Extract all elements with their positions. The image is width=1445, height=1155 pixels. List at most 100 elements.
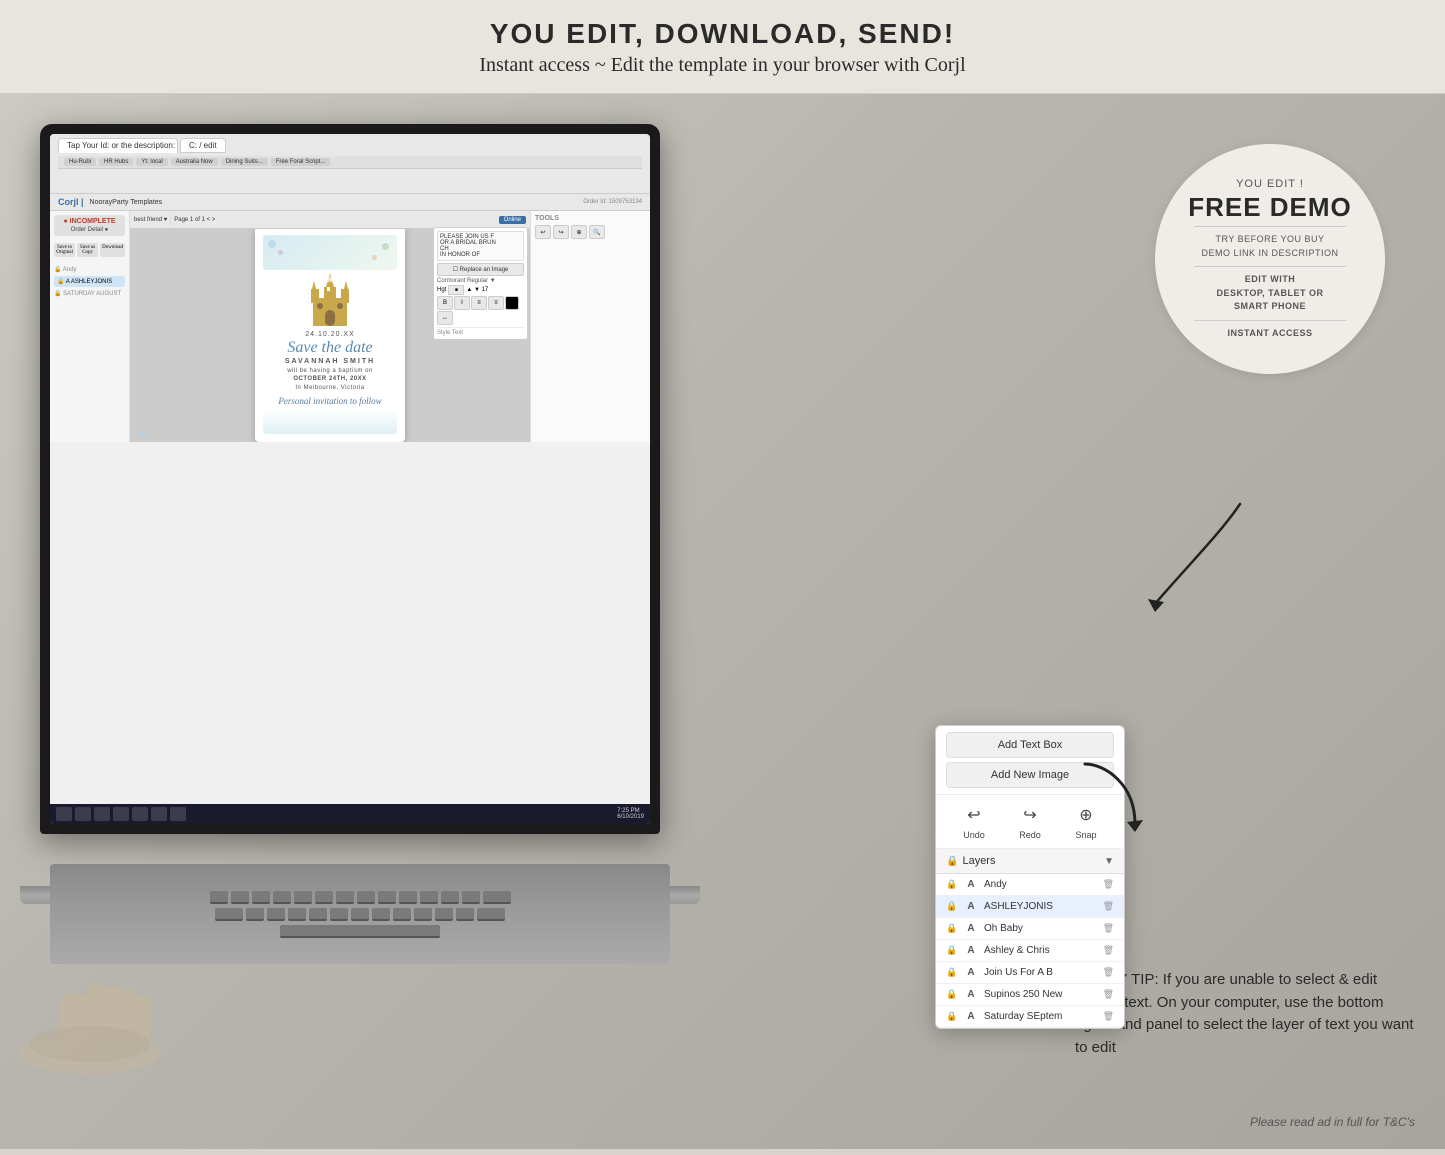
top-banner: YOU EDIT, DOWNLOAD, SEND! Instant access… bbox=[0, 0, 1445, 94]
layer-delete-icon[interactable]: 🗑 bbox=[1103, 967, 1114, 978]
browser-tab-active[interactable]: Tap Your Id: or the description: bbox=[58, 138, 178, 153]
layer-lock-icon: 🔒 bbox=[946, 879, 958, 890]
handy-tip-text: HANDY TIP: If you are unable to select &… bbox=[1075, 971, 1414, 1056]
layers-header: 🔒 Layers ▼ bbox=[936, 849, 1124, 874]
online-btn[interactable]: Online bbox=[499, 216, 526, 224]
layer-item-join-us[interactable]: 🔒 A Join Us For A B 🗑 bbox=[936, 962, 1124, 984]
key-row-2 bbox=[215, 908, 505, 921]
inv-name: SAVANNAH SMITH bbox=[263, 357, 397, 367]
tc-notice-text: Please read ad in full for T&C's bbox=[1250, 1115, 1415, 1129]
inv-event-text: will be having a baptism on bbox=[263, 367, 397, 375]
undo-icon: ↩ bbox=[962, 803, 986, 827]
banner-subtitle: Instant access ~ Edit the template in yo… bbox=[20, 54, 1425, 77]
bookmark-1[interactable]: Hu-Rubi bbox=[64, 158, 96, 166]
taskbar-icon-2[interactable] bbox=[94, 807, 110, 821]
right-panel-title: Tools bbox=[535, 215, 646, 222]
save-orig[interactable]: Save to Original bbox=[54, 243, 75, 257]
bold-btn[interactable]: B bbox=[437, 296, 453, 310]
layer-delete-icon[interactable]: 🗑 bbox=[1103, 879, 1114, 890]
taskbar-icon-4[interactable] bbox=[132, 807, 148, 821]
taskbar-start[interactable] bbox=[56, 807, 72, 821]
layer-item-saturday[interactable]: 🔒 A Saturday SEptem 🗑 bbox=[936, 1006, 1124, 1028]
align-left-btn[interactable]: ≡ bbox=[471, 296, 487, 310]
layer-selected-mini[interactable]: 🔒 A ASHLEYJONIS bbox=[54, 276, 125, 287]
download[interactable]: Download bbox=[100, 243, 125, 257]
bookmark-5[interactable]: Dining Suits... bbox=[221, 158, 268, 166]
bookmarks-bar: Hu-Rubi HR Hubs Yt: local Australia Now … bbox=[58, 156, 642, 169]
popup-text-preview: PLEASE JOIN US FOR A BRIDAL BRUNCHIN HON… bbox=[437, 231, 524, 261]
height-label: Hgt bbox=[437, 287, 446, 293]
free-demo-badge: YOU EDIT ! FREE DEMO TRY BEFORE YOU BUY … bbox=[1155, 144, 1385, 374]
layers-chevron-icon[interactable]: ▼ bbox=[1104, 856, 1114, 867]
layer-lock-icon: 🔒 bbox=[946, 901, 958, 912]
key bbox=[210, 891, 228, 904]
key bbox=[414, 908, 432, 921]
layer-delete-icon[interactable]: 🗑 bbox=[1103, 989, 1114, 1000]
castle-icon bbox=[305, 273, 355, 328]
circle-free-demo: FREE DEMO bbox=[1188, 194, 1352, 220]
layer-item-supinos[interactable]: 🔒 A Supinos 250 New 🗑 bbox=[936, 984, 1124, 1006]
align-center-btn[interactable]: ≡ bbox=[488, 296, 504, 310]
layer-lock-icon: 🔒 bbox=[946, 945, 958, 956]
layer-item-ohbaby[interactable]: 🔒 A Oh Baby 🗑 bbox=[936, 918, 1124, 940]
layers-list: 🔒 A Andy 🗑 🔒 A ASHLEYJONIS 🗑 🔒 A Oh Baby… bbox=[936, 874, 1124, 1028]
layer-lock-icon: 🔒 bbox=[946, 923, 958, 934]
invitation-card: 24.10.20.XX Save the date SAVANNAH SMITH… bbox=[255, 227, 405, 442]
arrow-from-badge bbox=[1140, 494, 1260, 619]
italic-btn[interactable]: I bbox=[454, 296, 470, 310]
bookmark-2[interactable]: HR Hubs bbox=[99, 158, 133, 166]
layer-lock-icon: 🔒 bbox=[946, 967, 958, 978]
layer-delete-icon[interactable]: 🗑 bbox=[1103, 1011, 1114, 1022]
bookmark-4[interactable]: Australia Now bbox=[171, 158, 218, 166]
taskbar-icon-5[interactable] bbox=[151, 807, 167, 821]
snap-btn-small[interactable]: ⊕ bbox=[571, 225, 587, 239]
spacing-btn[interactable]: ↔ bbox=[437, 311, 453, 325]
tc-notice: Please read ad in full for T&C's bbox=[1250, 1115, 1415, 1129]
font-selector[interactable]: Cormorant Regular ▼ bbox=[437, 278, 524, 284]
canvas-area[interactable]: best friend ♥ Page 1 of 1 < > Online bbox=[130, 211, 530, 442]
layer-item-ashley-chris[interactable]: 🔒 A Ashley & Chris 🗑 bbox=[936, 940, 1124, 962]
bookmark-6[interactable]: Free Foral Script... bbox=[271, 158, 331, 166]
replace-image-btn[interactable]: ☐ Replace an Image bbox=[437, 263, 524, 276]
bookmark-3[interactable]: Yt: local bbox=[136, 158, 167, 166]
zoom-btn[interactable]: 🔍 bbox=[589, 225, 605, 239]
size-label: ▲ ▼ 17 bbox=[466, 287, 488, 293]
save-copy[interactable]: Save as Copy bbox=[77, 243, 98, 257]
layer-delete-icon[interactable]: 🗑 bbox=[1103, 923, 1114, 934]
undo-tool[interactable]: ↩ Undo bbox=[962, 803, 986, 840]
key-enter bbox=[477, 908, 505, 921]
inv-footer: Personal invitation to follow bbox=[263, 396, 397, 406]
layer-name-ohbaby: Oh Baby bbox=[984, 923, 1097, 934]
layers-lock-icon: 🔒 bbox=[946, 856, 958, 867]
corjl-order-header: Corjl | NoorayParty Templates Order Id: … bbox=[50, 194, 650, 211]
redo-tool[interactable]: ↪ Redo bbox=[1018, 803, 1042, 840]
key bbox=[246, 908, 264, 921]
taskbar-icon-3[interactable] bbox=[113, 807, 129, 821]
undo-btn-small[interactable]: ↩ bbox=[535, 225, 551, 239]
key bbox=[435, 908, 453, 921]
layer-delete-icon[interactable]: 🗑 bbox=[1103, 901, 1114, 912]
redo-btn-small[interactable]: ↪ bbox=[553, 225, 569, 239]
layers-title: 🔒 Layers bbox=[946, 855, 995, 867]
browser-tab-2[interactable]: C: / edit bbox=[180, 138, 226, 153]
template-name: NoorayParty Templates bbox=[90, 199, 163, 206]
color-btn[interactable] bbox=[505, 296, 519, 310]
layer-type-a: A bbox=[964, 901, 978, 912]
floral-border-bottom bbox=[263, 409, 397, 434]
floral-border-top bbox=[263, 235, 397, 270]
layer-item-ashleyjonis[interactable]: 🔒 A ASHLEYJONIS 🗑 bbox=[936, 896, 1124, 918]
layer-type-a: A bbox=[964, 923, 978, 934]
taskbar: 7:25 PM6/10/2019 bbox=[50, 804, 650, 824]
taskbar-icon-6[interactable] bbox=[170, 807, 186, 821]
layer-lock-icon: 🔒 bbox=[946, 989, 958, 1000]
layer-item-andy[interactable]: 🔒 A Andy 🗑 bbox=[936, 874, 1124, 896]
layer-delete-icon[interactable]: 🗑 bbox=[1103, 945, 1114, 956]
layers-mini-title: 🔒 Andy bbox=[54, 266, 125, 273]
key bbox=[456, 908, 474, 921]
arrow-to-panel bbox=[1075, 754, 1155, 839]
layers-title-text: Layers bbox=[962, 855, 995, 867]
taskbar-icon-1[interactable] bbox=[75, 807, 91, 821]
key bbox=[267, 908, 285, 921]
height-input[interactable]: ■ bbox=[448, 285, 464, 295]
layer-saturday-mini[interactable]: 🔒 SATURDAY AUGUST bbox=[54, 290, 125, 297]
